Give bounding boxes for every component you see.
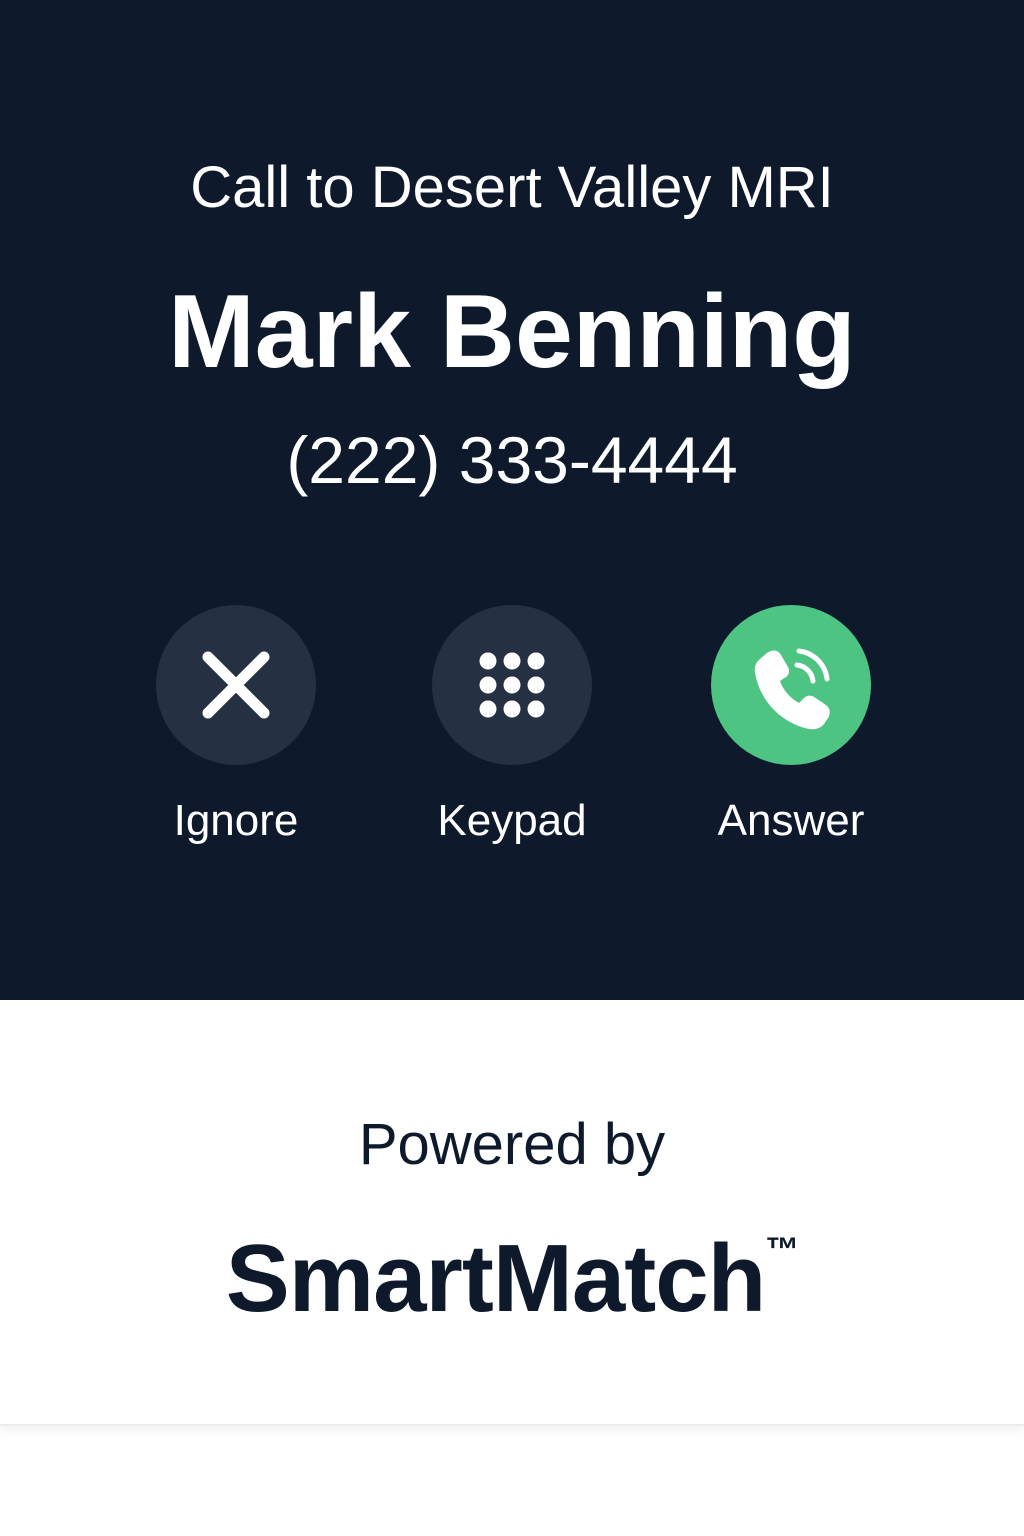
call-destination: Call to Desert Valley MRI: [190, 155, 834, 220]
branding-panel: Powered by SmartMatch™: [0, 1000, 1024, 1426]
phone-ringing-icon: [754, 648, 830, 730]
answer-label: Answer: [717, 796, 865, 845]
caller-number: (222) 333-4444: [286, 423, 738, 497]
keypad-button[interactable]: [432, 605, 592, 765]
answer-button[interactable]: [711, 605, 871, 765]
ignore-action: Ignore: [116, 605, 356, 855]
powered-by-text: Powered by: [358, 1112, 666, 1177]
trademark-symbol: ™: [765, 1231, 799, 1269]
ignore-button[interactable]: [156, 605, 316, 765]
keypad-label: Keypad: [437, 796, 587, 845]
brand-logo: SmartMatch™: [0, 1190, 1024, 1339]
keypad-action: Keypad: [392, 605, 632, 855]
incoming-call-panel: Call to Desert Valley MRI Mark Benning (…: [0, 0, 1024, 1000]
answer-action: Answer: [671, 605, 911, 855]
keypad-icon: [479, 652, 545, 718]
close-icon: [202, 651, 270, 719]
brand-name: SmartMatch: [225, 1225, 766, 1332]
caller-name: Mark Benning: [168, 274, 856, 390]
ignore-label: Ignore: [173, 796, 299, 845]
